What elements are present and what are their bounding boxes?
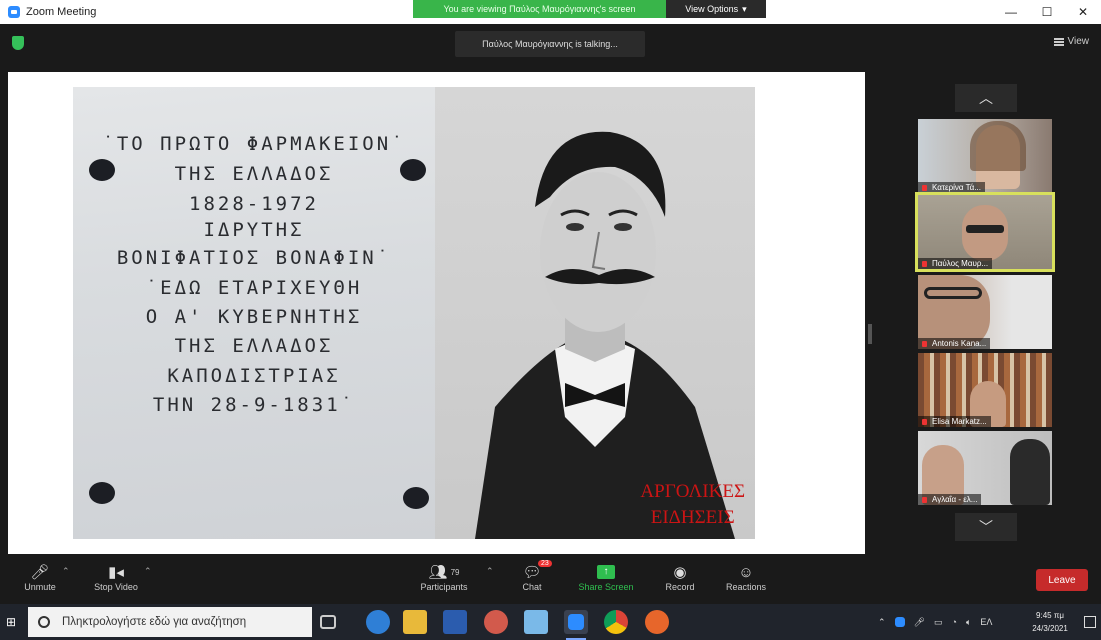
participants-icon: 👥︎ 79 — [428, 564, 460, 581]
maximize-button[interactable]: ☐ — [1029, 0, 1065, 24]
chat-bubble-icon: 💬︎ — [522, 564, 542, 581]
chevron-down-icon: ﹀ — [979, 519, 993, 535]
chevron-up-icon: ︿ — [979, 90, 993, 106]
participant-name: Elisa Markatz... — [918, 416, 991, 427]
video-options-caret[interactable]: ⌃ — [144, 566, 152, 577]
taskbar-search[interactable] — [28, 607, 312, 637]
chat-button[interactable]: 💬︎ 23 Chat — [492, 560, 572, 592]
plaque-line: ˙ΕΔΩ ΕΤΑΡΙΧΕΥΘΗ — [145, 277, 363, 299]
chrome-icon[interactable] — [604, 610, 628, 634]
volume-icon[interactable]: 🔈︎ — [966, 617, 971, 628]
watermark-line: ΕΙΔΗΣΕΙΣ — [650, 507, 735, 528]
plaque-line: ΙΔΡΥΤΗΣ — [203, 219, 305, 241]
reactions-button[interactable]: ☺ Reactions — [706, 562, 786, 593]
participant-name: Κατερίνα Τά... — [918, 182, 985, 193]
share-screen-button[interactable]: ↑ Share Screen — [566, 562, 646, 592]
participants-button[interactable]: 👥︎ 79 Participants — [404, 562, 484, 592]
grid-icon — [1053, 37, 1064, 46]
microphone-icon[interactable]: 🎤︎ — [914, 617, 925, 628]
marble-plaque-image: ˙ΤΟ ΠΡΩΤΟ ΦΑΡΜΑΚΕΙΟΝ˙ ΤΗΣ ΕΛΛΑΔΟΣ 1828-1… — [73, 87, 435, 539]
plaque-line: Ο Α' ΚΥΒΕΡΝΗΤΗΣ — [145, 306, 363, 328]
zoom-tray-icon[interactable] — [894, 617, 905, 627]
taskbar-search-input[interactable] — [62, 616, 302, 628]
view-options-button[interactable]: View Options ▾ — [666, 0, 766, 18]
paint-icon[interactable] — [484, 610, 508, 634]
window-title: Zoom Meeting — [26, 6, 97, 18]
watermark-line: ΑΡΓΟΛΙΚΕΣ — [640, 481, 745, 502]
notifications-icon[interactable] — [1084, 616, 1096, 628]
plaque-line: ΤΗΣ ΕΛΛΑΔΟΣ — [174, 335, 334, 357]
zoom-taskbar-icon[interactable] — [564, 610, 588, 640]
meeting-toolbar: 🎤︎ Unmute ⌃ ▮◂ Stop Video ⌃ 👥︎ 79 Partici… — [0, 556, 1101, 604]
participant-video-tile[interactable]: Antonis Kana... — [918, 275, 1052, 349]
language-indicator[interactable]: ΕΛ — [980, 617, 992, 627]
windows-taskbar: ⊞ ⌃ 🎤︎ ▭ ◔ 🔈︎ ΕΛ 9:45 πμ 24/3/2021 — [0, 604, 1101, 640]
plaque-bolt — [403, 487, 429, 509]
portrait-image: ΑΡΓΟΛΙΚΕΣ ΕΙΔΗΣΕΙΣ — [435, 87, 755, 539]
shared-screen: ˙ΤΟ ΠΡΩΤΟ ΦΑΡΜΑΚΕΙΟΝ˙ ΤΗΣ ΕΛΛΑΔΟΣ 1828-1… — [8, 72, 865, 554]
clock-date: 24/3/2021 — [1032, 624, 1068, 633]
taskbar-clock[interactable]: 9:45 πμ 24/3/2021 — [1020, 609, 1080, 635]
reactions-label: Reactions — [725, 582, 767, 592]
panel-resize-handle[interactable] — [868, 324, 872, 344]
system-tray: ⌃ 🎤︎ ▭ ◔ 🔈︎ ΕΛ — [878, 604, 992, 640]
firefox-icon[interactable] — [645, 610, 669, 634]
word-icon[interactable] — [443, 610, 467, 634]
participants-label: Participants — [420, 582, 468, 592]
network-icon[interactable]: ▭ — [934, 617, 943, 628]
plaque-line: ΒΟΝΙΦΑΤΙΟΣ ΒΟΝΑΦΙΝ˙ — [116, 247, 392, 269]
edge-browser-icon[interactable] — [366, 610, 390, 634]
scroll-down-button[interactable]: ﹀ — [955, 513, 1017, 541]
talking-indicator: Παύλος Μαυρόγιαννης is talking... — [455, 31, 645, 57]
wifi-icon[interactable]: ◔ — [952, 617, 957, 627]
audio-options-caret[interactable]: ⌃ — [62, 566, 70, 577]
plaque-bolt — [89, 482, 115, 504]
notes-app-icon[interactable] — [524, 610, 548, 634]
participant-video-tile[interactable]: Κατερίνα Τά... — [918, 119, 1052, 193]
chat-unread-badge: 23 — [538, 560, 552, 567]
share-screen-icon: ↑ — [566, 562, 646, 582]
participant-name: Αγλαΐα - ελ... — [918, 494, 982, 505]
portrait-drawing — [475, 131, 735, 539]
chevron-down-icon: ▾ — [742, 3, 747, 14]
windows-start-icon[interactable]: ⊞ — [0, 604, 22, 640]
view-options-label: View Options — [685, 4, 739, 14]
scroll-up-button[interactable]: ︿ — [955, 84, 1017, 112]
window-controls: — ☐ ✕ — [993, 0, 1101, 24]
participants-count: 79 — [450, 567, 460, 577]
zoom-app-icon — [8, 6, 20, 18]
search-icon — [38, 616, 50, 628]
minimize-button[interactable]: — — [993, 0, 1029, 24]
shield-icon[interactable] — [12, 36, 24, 50]
viewing-screen-banner: You are viewing Παύλος Μαυρόγιαννης's sc… — [413, 0, 666, 18]
share-screen-label: Share Screen — [578, 582, 634, 592]
participant-video-tile[interactable]: Elisa Markatz... — [918, 353, 1052, 427]
participant-video-tile[interactable]: Αγλαΐα - ελ... — [918, 431, 1052, 505]
stop-video-label: Stop Video — [94, 582, 138, 592]
task-view-icon[interactable] — [320, 615, 336, 629]
participant-name: Antonis Kana... — [918, 338, 991, 349]
participant-video-tile[interactable]: Παύλος Μαυρ... — [915, 192, 1055, 272]
meeting-area: Παύλος Μαυρόγιαννης is talking... View ˙… — [0, 24, 1101, 556]
plaque-line: ΤΗΝ 28-9-1831˙ — [152, 394, 356, 416]
plaque-line: 1828-1972 — [189, 193, 319, 215]
close-button[interactable]: ✕ — [1065, 0, 1101, 24]
plaque-line: ΤΗΣ ΕΛΛΑΔΟΣ — [174, 163, 334, 185]
chevron-up-icon[interactable]: ⌃ — [878, 617, 886, 628]
unmute-label: Unmute — [24, 582, 56, 592]
chat-label: Chat — [522, 582, 542, 592]
participant-name: Παύλος Μαυρ... — [918, 258, 993, 269]
plaque-line: ΚΑΠΟΔΙΣΤΡΙΑΣ — [167, 365, 341, 387]
plaque-line: ˙ΤΟ ΠΡΩΤΟ ΦΑΡΜΑΚΕΙΟΝ˙ — [102, 133, 406, 155]
watermark-logo: ΑΡΓΟΛΙΚΕΣ ΕΙΔΗΣΕΙΣ — [640, 479, 745, 531]
reactions-smiley-icon: ☺ — [738, 563, 754, 581]
file-explorer-icon[interactable] — [403, 610, 427, 634]
clock-time: 9:45 πμ — [1036, 611, 1064, 620]
view-button[interactable]: View — [1053, 36, 1090, 47]
view-label: View — [1067, 36, 1090, 47]
leave-button[interactable]: Leave — [1036, 569, 1088, 591]
